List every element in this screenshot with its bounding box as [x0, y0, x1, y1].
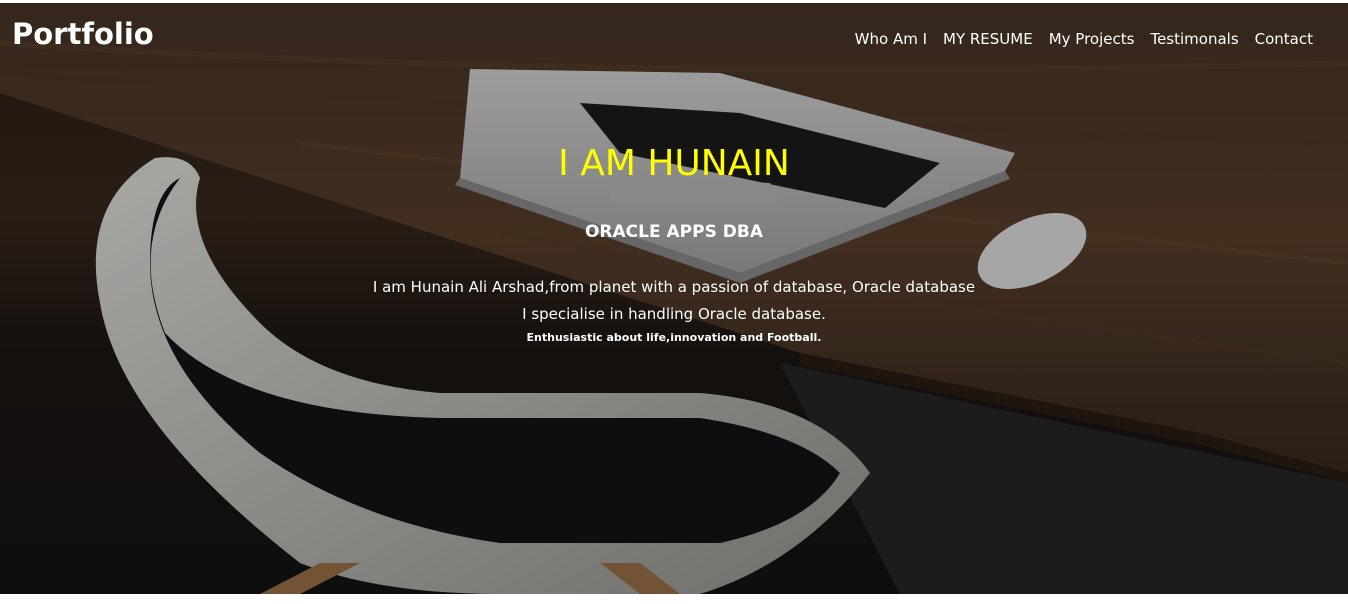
main-nav: Who Am I MY RESUME My Projects Testimona… — [839, 30, 1313, 48]
background-image — [0, 3, 1348, 594]
hero-title: I AM HUNAIN — [558, 143, 790, 184]
hero-interests-text: Enthusiastic about life,innovation and F… — [526, 331, 822, 344]
hero-intro-text: I am Hunain Ali Arshad,from planet with … — [372, 278, 976, 296]
hero-section: Portfolio Who Am I MY RESUME My Projects… — [0, 3, 1348, 594]
nav-link-testimonals[interactable]: Testimonals — [1150, 30, 1238, 48]
nav-link-my-projects[interactable]: My Projects — [1049, 30, 1135, 48]
nav-link-who-am-i[interactable]: Who Am I — [855, 30, 927, 48]
hero-specialty-text: I specialise in handling Oracle database… — [522, 305, 826, 323]
nav-link-my-resume[interactable]: MY RESUME — [943, 30, 1033, 48]
brand-logo[interactable]: Portfolio — [12, 17, 154, 51]
hero-subtitle: ORACLE APPS DBA — [584, 222, 763, 242]
nav-link-contact[interactable]: Contact — [1255, 30, 1313, 48]
